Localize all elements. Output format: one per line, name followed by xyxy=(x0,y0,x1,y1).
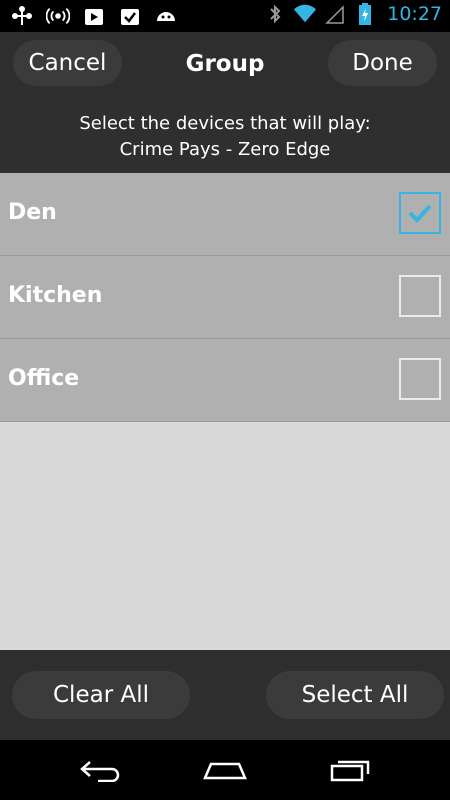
device-checkbox-kitchen[interactable] xyxy=(399,275,441,317)
check-icon xyxy=(408,204,432,223)
done-button[interactable]: Done xyxy=(328,40,437,86)
back-icon[interactable] xyxy=(70,754,130,786)
now-playing-track: Crime Pays - Zero Edge xyxy=(119,139,331,160)
device-label: Office xyxy=(8,366,80,391)
device-row-kitchen[interactable]: Kitchen xyxy=(0,256,450,339)
prompt-banner: Select the devices that will play: Crime… xyxy=(0,96,450,173)
recent-apps-icon[interactable] xyxy=(320,754,380,786)
device-checkbox-office[interactable] xyxy=(399,358,441,400)
navigation-bar xyxy=(0,740,450,800)
device-list: Den Kitchen Office xyxy=(0,173,450,422)
select-all-button[interactable]: Select All xyxy=(266,671,444,719)
play-store-icon xyxy=(82,4,106,28)
bluetooth-icon xyxy=(263,2,287,26)
bottom-bar: Clear All Select All xyxy=(0,650,450,740)
usb-icon xyxy=(10,4,34,28)
device-label: Kitchen xyxy=(8,283,103,308)
task-icon xyxy=(118,4,142,28)
status-time: 10:27 xyxy=(387,3,442,25)
prompt-line: Select the devices that will play: xyxy=(79,113,371,134)
battery-charging-icon xyxy=(353,2,377,26)
device-checkbox-den[interactable] xyxy=(399,192,441,234)
radio-icon xyxy=(46,4,70,28)
device-label: Den xyxy=(8,200,57,225)
signal-icon xyxy=(323,2,347,26)
action-bar: Cancel Group Done xyxy=(0,32,450,96)
wifi-icon xyxy=(293,2,317,26)
status-bar: 10:27 xyxy=(0,0,450,32)
device-row-office[interactable]: Office xyxy=(0,339,450,422)
android-icon xyxy=(154,4,178,28)
clear-all-button[interactable]: Clear All xyxy=(12,671,190,719)
home-icon[interactable] xyxy=(195,754,255,786)
device-row-den[interactable]: Den xyxy=(0,173,450,256)
